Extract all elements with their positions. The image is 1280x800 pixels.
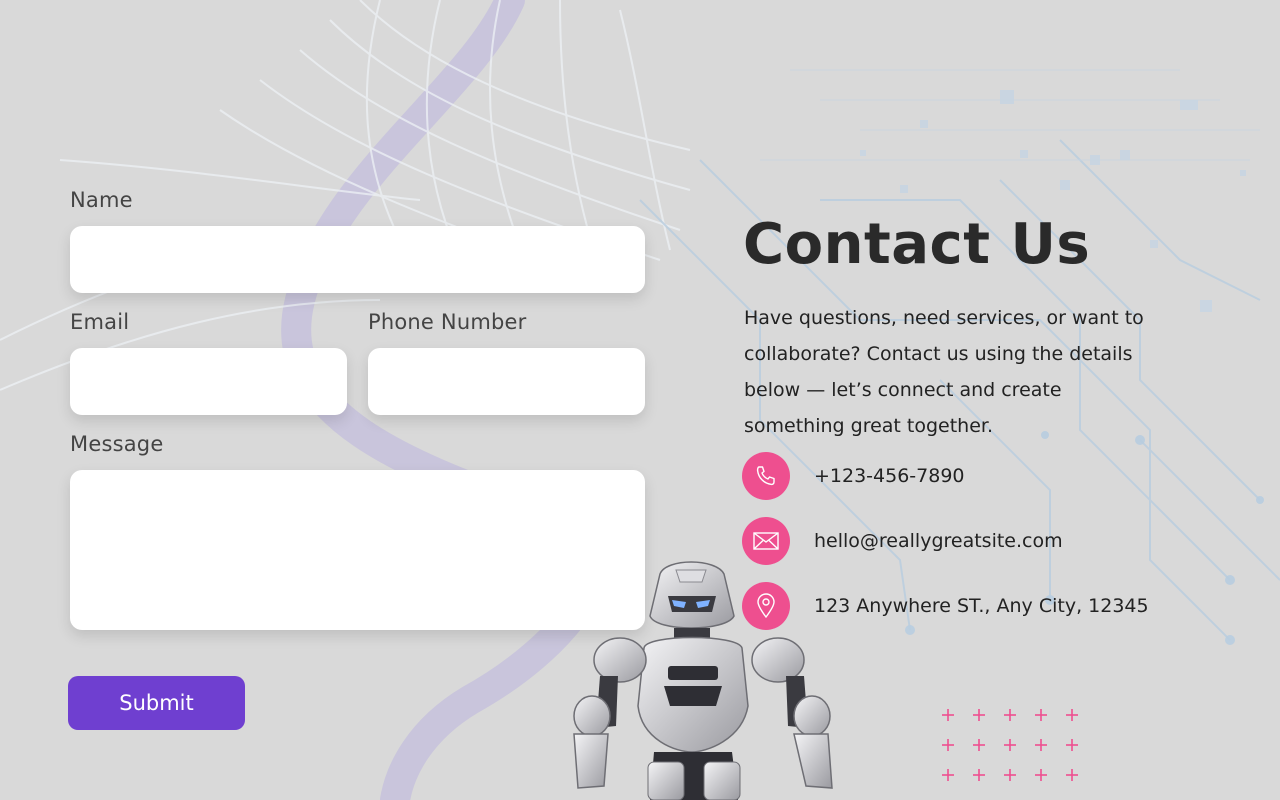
plus-mark <box>1066 769 1078 781</box>
plus-mark <box>942 769 954 781</box>
message-label: Message <box>70 432 164 456</box>
plus-mark <box>1066 709 1078 721</box>
contact-address-text: 123 Anywhere ST., Any City, 12345 <box>814 595 1149 617</box>
contact-description: Have questions, need services, or want t… <box>744 307 1144 437</box>
contact-phone-row: +123-456-7890 <box>742 452 965 500</box>
plus-mark <box>1035 709 1047 721</box>
plus-mark <box>1035 769 1047 781</box>
contact-page: Name Email Phone Number Message Submit C… <box>0 0 1280 800</box>
plus-mark <box>1066 739 1078 751</box>
phone-label: Phone Number <box>368 310 527 334</box>
plus-mark <box>1035 739 1047 751</box>
contact-phone-text: +123-456-7890 <box>814 465 965 487</box>
robot-illustration <box>573 561 833 800</box>
phone-icon <box>742 452 790 500</box>
plus-mark <box>973 769 985 781</box>
plus-mark <box>1004 769 1016 781</box>
contact-email-text: hello@reallygreatsite.com <box>814 530 1063 552</box>
name-input[interactable] <box>70 226 645 293</box>
plus-mark <box>973 709 985 721</box>
page-title: Contact Us <box>743 212 1091 277</box>
submit-button[interactable]: Submit <box>68 676 245 730</box>
email-input[interactable] <box>70 348 347 415</box>
plus-mark <box>942 739 954 751</box>
phone-input[interactable] <box>368 348 645 415</box>
email-label: Email <box>70 310 130 334</box>
plus-pattern-decoration <box>942 709 1078 781</box>
plus-mark <box>1004 709 1016 721</box>
plus-mark <box>973 739 985 751</box>
plus-mark <box>942 709 954 721</box>
name-label: Name <box>70 188 133 212</box>
plus-mark <box>1004 739 1016 751</box>
